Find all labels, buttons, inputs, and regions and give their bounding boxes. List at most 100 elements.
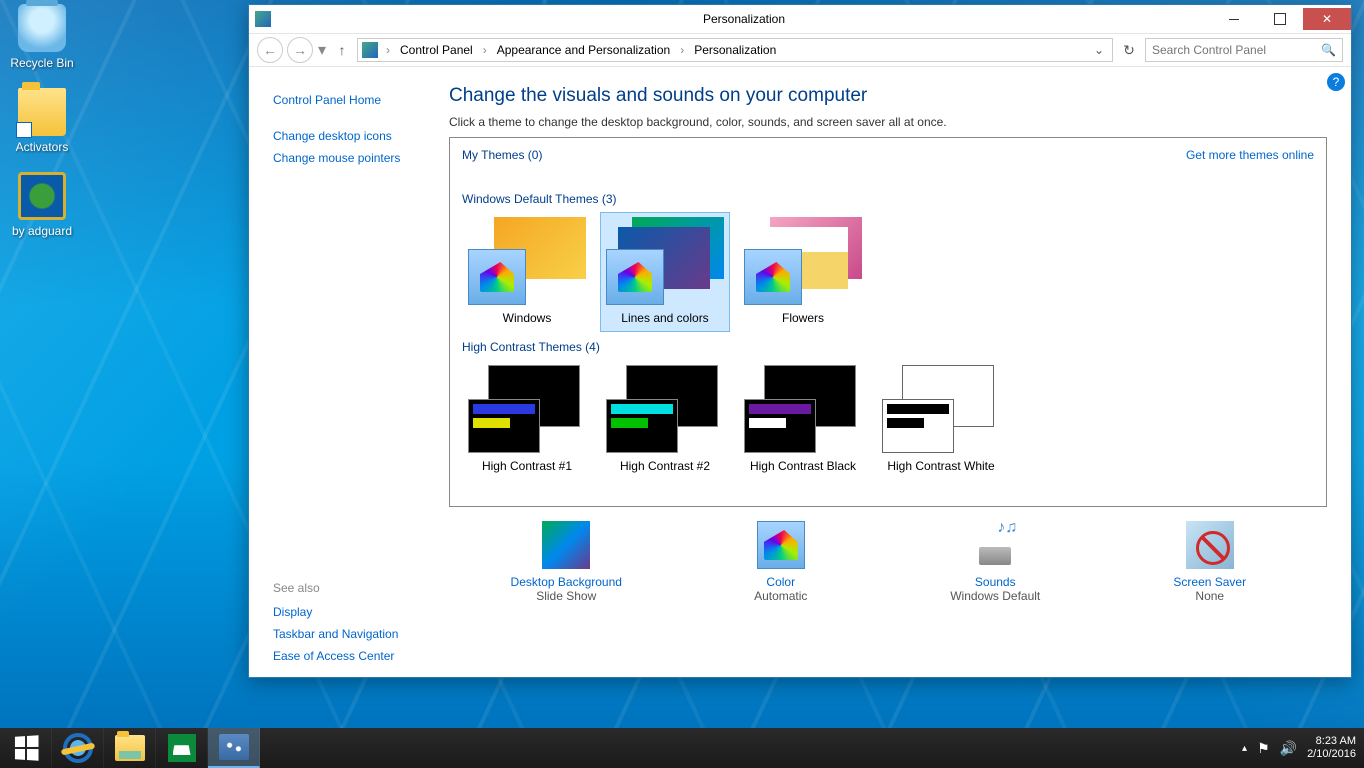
breadcrumb-item[interactable]: Personalization [690, 43, 780, 57]
search-box[interactable]: 🔍 [1145, 38, 1343, 62]
breadcrumb-item[interactable]: Appearance and Personalization [493, 43, 674, 57]
setting-value: Windows Default [915, 589, 1075, 603]
recycle-bin-icon [18, 4, 66, 52]
theme-label: Windows [465, 311, 589, 325]
tray-date: 2/10/2016 [1307, 748, 1356, 761]
tray-time: 8:23 AM [1307, 735, 1356, 748]
color-fan-icon [618, 262, 652, 292]
desktop-icon-recycle-bin[interactable]: Recycle Bin [4, 4, 80, 70]
sidebar-link-mouse-pointers[interactable]: Change mouse pointers [273, 147, 435, 169]
history-dropdown[interactable]: ▾ [317, 40, 327, 60]
desktop-background-icon [542, 521, 590, 569]
side-pane: Control Panel Home Change desktop icons … [249, 67, 445, 677]
taskbar-explorer[interactable] [104, 728, 156, 768]
theme-flowers[interactable]: Flowers [738, 212, 868, 332]
control-panel-icon [219, 734, 249, 760]
page-subtext: Click a theme to change the desktop back… [449, 115, 1327, 129]
store-icon [168, 734, 196, 762]
setting-label: Color [701, 575, 861, 589]
color-fan-icon [756, 262, 790, 292]
refresh-button[interactable]: ↻ [1117, 42, 1141, 59]
desktop-icon-label: by adguard [4, 224, 80, 238]
globe-icon [18, 172, 66, 220]
sidebar-link-desktop-icons[interactable]: Change desktop icons [273, 125, 435, 147]
my-themes-label: My Themes (0) Get more themes online [462, 148, 1314, 162]
setting-label: Sounds [915, 575, 1075, 589]
system-tray: ▴ ⚑ 🔊 8:23 AM 2/10/2016 [1242, 735, 1364, 761]
sidebar-link-taskbar[interactable]: Taskbar and Navigation [273, 623, 435, 645]
color-icon [757, 521, 805, 569]
folder-icon [18, 88, 66, 136]
theme-lines-and-colors[interactable]: Lines and colors [600, 212, 730, 332]
setting-screen-saver[interactable]: Screen Saver None [1130, 521, 1290, 603]
search-input[interactable] [1152, 43, 1321, 57]
breadcrumb-dropdown[interactable]: ⌄ [1090, 43, 1108, 57]
theme-label: High Contrast #2 [603, 459, 727, 473]
window-title: Personalization [277, 12, 1211, 26]
sidebar-link-display[interactable]: Display [273, 601, 435, 623]
theme-hc-white[interactable]: High Contrast White [876, 360, 1006, 480]
sidebar-link-ease-of-access[interactable]: Ease of Access Center [273, 645, 435, 667]
internet-explorer-icon [63, 733, 93, 763]
windows-logo-icon [14, 735, 38, 761]
breadcrumb-item[interactable]: Control Panel [396, 43, 477, 57]
theme-label: High Contrast #1 [465, 459, 589, 473]
setting-value: Automatic [701, 589, 861, 603]
theme-hc-black[interactable]: High Contrast Black [738, 360, 868, 480]
theme-windows[interactable]: Windows [462, 212, 592, 332]
start-button[interactable] [0, 728, 52, 768]
up-button[interactable]: ↑ [331, 42, 353, 58]
search-icon[interactable]: 🔍 [1321, 43, 1336, 57]
high-contrast-label: High Contrast Themes (4) [462, 340, 1314, 354]
forward-button[interactable]: → [287, 37, 313, 63]
desktop-icon-activators[interactable]: Activators [4, 88, 80, 154]
breadcrumb[interactable]: › Control Panel › Appearance and Persona… [357, 38, 1113, 62]
taskbar-control-panel[interactable] [208, 728, 260, 768]
default-themes-label: Windows Default Themes (3) [462, 192, 1314, 206]
back-button[interactable]: ← [257, 37, 283, 63]
chevron-right-icon[interactable]: › [676, 43, 688, 57]
tray-overflow-icon[interactable]: ▴ [1242, 743, 1247, 754]
theme-label: Lines and colors [603, 311, 727, 325]
close-button[interactable] [1303, 8, 1351, 30]
theme-hc1[interactable]: High Contrast #1 [462, 360, 592, 480]
themes-box: My Themes (0) Get more themes online Win… [449, 137, 1327, 507]
sounds-icon [971, 521, 1019, 569]
theme-label: High Contrast Black [741, 459, 865, 473]
chevron-right-icon[interactable]: › [479, 43, 491, 57]
page-heading: Change the visuals and sounds on your co… [449, 85, 1327, 107]
screen-saver-icon [1186, 521, 1234, 569]
see-also-header: See also [273, 581, 435, 595]
minimize-button[interactable] [1211, 8, 1257, 30]
setting-label: Screen Saver [1130, 575, 1290, 589]
setting-desktop-background[interactable]: Desktop Background Slide Show [486, 521, 646, 603]
desktop-icon-adguard[interactable]: by adguard [4, 172, 80, 238]
setting-value: None [1130, 589, 1290, 603]
tray-clock[interactable]: 8:23 AM 2/10/2016 [1307, 735, 1356, 761]
control-panel-icon [362, 42, 378, 58]
sidebar-link-home[interactable]: Control Panel Home [273, 89, 435, 111]
setting-label: Desktop Background [486, 575, 646, 589]
main-pane: ? Change the visuals and sounds on your … [445, 67, 1351, 677]
color-fan-icon [480, 262, 514, 292]
help-icon[interactable]: ? [1327, 73, 1345, 91]
taskbar-store[interactable] [156, 728, 208, 768]
taskbar-ie[interactable] [52, 728, 104, 768]
action-center-icon[interactable]: ⚑ [1257, 740, 1270, 757]
desktop-icon-label: Recycle Bin [4, 56, 80, 70]
chevron-right-icon[interactable]: › [382, 43, 394, 57]
navbar: ← → ▾ ↑ › Control Panel › Appearance and… [249, 33, 1351, 67]
setting-color[interactable]: Color Automatic [701, 521, 861, 603]
personalization-window: Personalization ← → ▾ ↑ › Control Panel … [248, 4, 1352, 678]
maximize-button[interactable] [1257, 8, 1303, 30]
file-explorer-icon [115, 735, 145, 761]
setting-sounds[interactable]: Sounds Windows Default [915, 521, 1075, 603]
volume-icon[interactable]: 🔊 [1280, 740, 1297, 757]
more-themes-link[interactable]: Get more themes online [1186, 148, 1314, 162]
desktop-icons: Recycle Bin Activators by adguard [4, 4, 84, 256]
titlebar[interactable]: Personalization [249, 5, 1351, 33]
setting-value: Slide Show [486, 589, 646, 603]
taskbar: ▴ ⚑ 🔊 8:23 AM 2/10/2016 [0, 728, 1364, 768]
desktop-icon-label: Activators [4, 140, 80, 154]
theme-hc2[interactable]: High Contrast #2 [600, 360, 730, 480]
